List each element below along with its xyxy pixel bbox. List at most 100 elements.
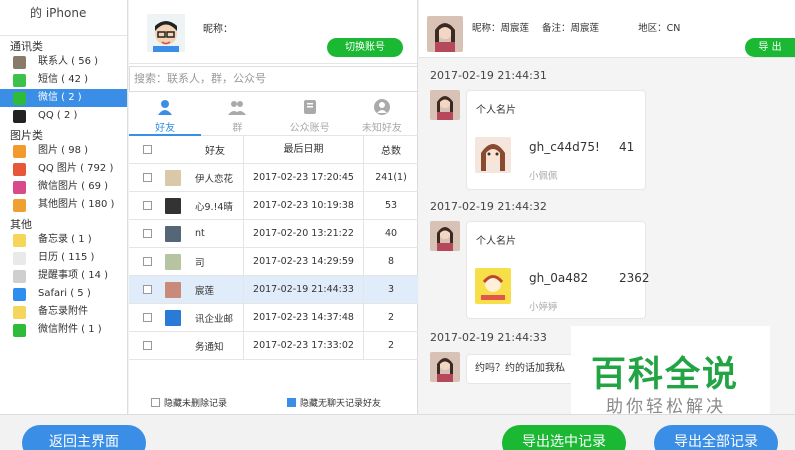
card-nickname: 小佩佩 [529, 171, 558, 182]
sidebar-item-calendar[interactable]: 日历 ( 115 ) [0, 249, 127, 267]
table-row[interactable]: 伊人恋花 2017-02-23 17:20:45 241(1) [129, 164, 418, 192]
account-avatar [147, 14, 185, 52]
card-title: 个人名片 [476, 236, 516, 247]
chat-header: 昵称：周宸莲 备注：周宸莲 地区：CN 导 出 [419, 0, 795, 58]
tab-official-account[interactable]: 公众账号 [274, 94, 346, 135]
hide-no-chat-option[interactable]: 隐藏无聊天记录好友 [287, 396, 381, 409]
hide-deleted-option[interactable]: 隐藏未删除记录 [151, 396, 227, 409]
sidebar-item-label: 微信附件 ( 1 ) [38, 324, 102, 335]
friend-avatar [165, 253, 181, 270]
sidebar-item-notes[interactable]: 备忘录 ( 1 ) [0, 231, 127, 249]
wechat-icon [13, 91, 26, 105]
notes-attach-icon [13, 305, 26, 319]
switch-account-button[interactable]: 切换账号 [327, 38, 403, 57]
message-count: 2 [387, 340, 395, 351]
sidebar-item-qq-photos[interactable]: QQ 图片 ( 792 ) [0, 160, 127, 178]
sidebar-item-photos[interactable]: 图片 ( 98 ) [0, 142, 127, 160]
row-checkbox[interactable] [142, 201, 152, 210]
sidebar-item-label: QQ ( 2 ) [38, 110, 78, 121]
header-date[interactable]: 最后日期 [243, 136, 364, 163]
header-count[interactable]: 总数 [364, 142, 418, 157]
sidebar-item-label: 图片 ( 98 ) [38, 145, 89, 156]
sidebar-item-notes-attach[interactable]: 备忘录附件 [0, 303, 127, 321]
other-photos-icon [13, 198, 26, 212]
row-checkbox[interactable] [142, 313, 152, 322]
row-checkbox[interactable] [142, 257, 152, 266]
reminders-icon [13, 269, 26, 283]
sidebar-item-other-photos[interactable]: 其他图片 ( 180 ) [0, 196, 127, 214]
friend-name: 司 [195, 257, 205, 269]
friend-name: 心9.!4晴 [195, 201, 233, 213]
sidebar-item-safari[interactable]: Safari ( 5 ) [0, 285, 127, 303]
hide-no-chat-checkbox[interactable] [287, 398, 296, 407]
tab-label: 好友 [155, 123, 176, 134]
message-time: 2017-02-19 21:44:32 [430, 200, 547, 213]
hide-no-chat-label: 隐藏无聊天记录好友 [300, 399, 382, 409]
header-friend[interactable]: 好友 [187, 142, 243, 157]
card-avatar [475, 137, 511, 173]
sidebar-category: 其他 [10, 218, 32, 231]
sidebar-item-label: 其他图片 ( 180 ) [38, 199, 115, 210]
sidebar: 的 iPhone 通讯类 联系人 ( 56 ) 短信 ( 42 ) 微信 ( 2 ) Q… [0, 0, 128, 414]
footer-bar: 返回主界面 导出选中记录 导出全部记录 [0, 414, 795, 450]
tab-label: 公众账号 [289, 123, 330, 134]
chat-contact-avatar [427, 16, 463, 52]
table-row[interactable]: nt 2017-02-20 13:21:22 40 [129, 220, 418, 248]
friend-name: 讯企业邮 [195, 313, 234, 325]
card-number: 41 [619, 140, 635, 154]
search-input[interactable]: 搜索：联系人，群，公众号 [129, 66, 418, 92]
tab-unknown-friend[interactable]: 未知好友 [346, 94, 418, 135]
last-date: 2017-02-23 14:37:48 [243, 304, 364, 331]
sidebar-item-message[interactable]: 短信 ( 42 ) [0, 71, 127, 89]
qq-icon [13, 109, 26, 123]
row-checkbox[interactable] [142, 285, 152, 294]
sidebar-item-label: 微信图片 ( 69 ) [38, 181, 109, 192]
nickname-label: 昵称： [203, 24, 233, 35]
contact-info: 昵称：周宸莲 备注：周宸莲 地区：CN [472, 20, 690, 34]
table-row[interactable]: 务通知 2017-02-23 17:33:02 2 [129, 332, 418, 360]
export-button[interactable]: 导 出 [745, 38, 795, 57]
sidebar-item-label: 备忘录附件 [38, 306, 88, 317]
contact-region: 地区：CN [638, 23, 681, 34]
row-checkbox[interactable] [142, 229, 152, 238]
hide-deleted-label: 隐藏未删除记录 [164, 399, 228, 409]
card-id: gh_0a482 [529, 271, 589, 285]
table-row[interactable]: 讯企业邮 2017-02-23 14:37:48 2 [129, 304, 418, 332]
friend-avatar [165, 169, 181, 186]
back-to-main-button[interactable]: 返回主界面 [22, 425, 146, 450]
last-date: 2017-02-23 14:29:59 [243, 248, 364, 275]
message-count: 3 [387, 284, 395, 295]
contact-nickname: 昵称：周宸莲 [472, 23, 530, 34]
table-row[interactable]: 心9.!4晴 2017-02-23 10:19:38 53 [129, 192, 418, 220]
row-checkbox[interactable] [142, 173, 152, 182]
sidebar-item-qq[interactable]: QQ ( 2 ) [0, 107, 127, 125]
sender-avatar [430, 221, 460, 251]
export-selected-button[interactable]: 导出选中记录 [502, 425, 626, 450]
tab-group[interactable]: 群 [201, 94, 273, 135]
last-date: 2017-02-23 17:33:02 [243, 332, 364, 359]
sidebar-item-wechat-attach[interactable]: 微信附件 ( 1 ) [0, 321, 127, 339]
contact-card-message[interactable]: 个人名片 gh_0a482 2362 小婷婷 [466, 221, 650, 319]
tab-label: 未知好友 [361, 123, 402, 134]
sidebar-category: 图片类 [10, 129, 43, 142]
wechat-attach-icon [13, 323, 26, 337]
sender-avatar [430, 90, 460, 120]
select-all-checkbox[interactable] [142, 145, 152, 154]
sidebar-item-reminders[interactable]: 提醒事项 ( 14 ) [0, 267, 127, 285]
qq-photos-icon [13, 162, 26, 176]
sidebar-item-wechat-photos[interactable]: 微信图片 ( 69 ) [0, 178, 127, 196]
message-count: 241(1) [375, 172, 407, 183]
contact-card-message[interactable]: 个人名片 gh_c44d75! 41 小佩佩 [466, 90, 646, 190]
watermark: 百科全说 助你轻松解决 [571, 326, 770, 426]
table-row[interactable]: 司 2017-02-23 14:29:59 8 [129, 248, 418, 276]
hide-deleted-checkbox[interactable] [151, 398, 160, 407]
sidebar-item-wechat[interactable]: 微信 ( 2 ) [0, 89, 127, 107]
row-checkbox[interactable] [142, 341, 152, 350]
last-date: 2017-02-19 21:44:33 [243, 276, 364, 303]
export-all-button[interactable]: 导出全部记录 [654, 425, 778, 450]
friend-avatar [165, 309, 181, 326]
calendar-icon [13, 251, 26, 265]
table-row[interactable]: 宸莲 2017-02-19 21:44:33 3 [129, 276, 418, 304]
sidebar-item-contacts[interactable]: 联系人 ( 56 ) [0, 53, 127, 71]
tab-friend[interactable]: 好友 [129, 94, 202, 136]
